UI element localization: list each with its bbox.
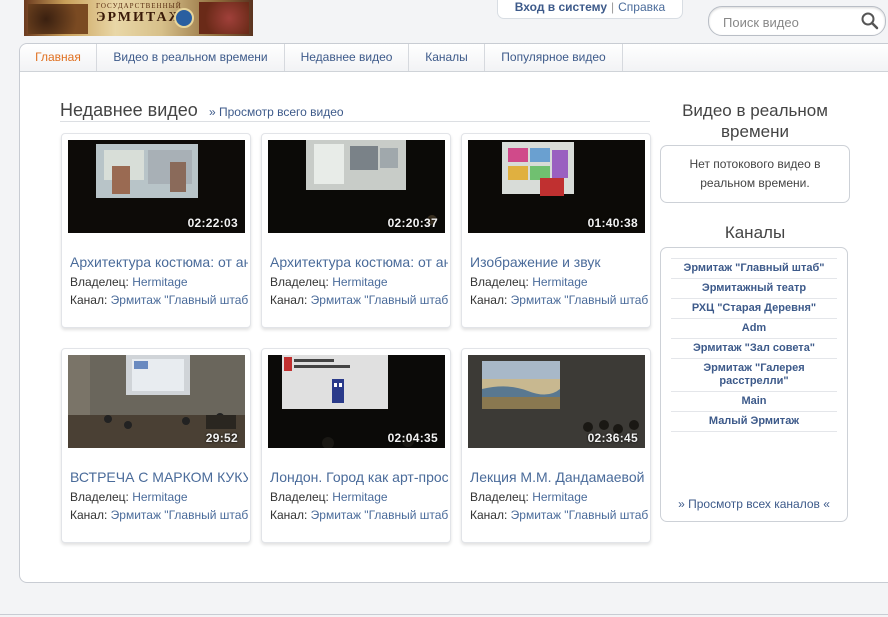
channel-link[interactable]: Эрмитаж "Зал совета" xyxy=(671,339,837,359)
channel-link[interactable]: Эрмитажный театр xyxy=(671,279,837,299)
channel-link[interactable]: Эрмитаж "Главный штаб" xyxy=(111,508,248,522)
channel-label: Канал: xyxy=(270,293,308,307)
owner-label: Владелец: xyxy=(270,490,329,504)
section-divider xyxy=(60,121,650,122)
video-card[interactable]: 02:20:37 Архитектура костюма: от антично… xyxy=(261,133,451,328)
nav-channels[interactable]: Каналы xyxy=(409,44,485,71)
channels-box: Эрмитаж "Главный штаб" Эрмитажный театр … xyxy=(660,247,848,522)
nav-home[interactable]: Главная xyxy=(20,44,97,71)
channel-link[interactable]: Adm xyxy=(671,319,837,339)
nav-live-video[interactable]: Видео в реальном времени xyxy=(97,44,285,71)
video-channel: Канал: Эрмитаж "Главный штаб" xyxy=(470,293,648,307)
owner-link[interactable]: Hermitage xyxy=(332,275,387,289)
video-title[interactable]: Архитектура костюма: от античности xyxy=(270,254,448,270)
video-duration: 02:22:03 xyxy=(187,216,238,230)
live-video-box: Нет потокового видео в реальном времени. xyxy=(660,145,850,203)
video-owner: Владелец: Hermitage xyxy=(270,490,448,504)
nav-popular-video[interactable]: Популярное видео xyxy=(485,44,623,71)
channel-link[interactable]: Эрмитаж "Главный штаб" xyxy=(511,293,648,307)
main-nav: Главная Видео в реальном времени Недавне… xyxy=(20,44,888,72)
channel-link[interactable]: Эрмитаж "Главный штаб" xyxy=(511,508,648,522)
channel-link[interactable]: Эрмитаж "Главный штаб" xyxy=(311,293,448,307)
video-card[interactable]: 02:22:03 Архитектура костюма: от антично… xyxy=(61,133,251,328)
account-links: Вход в систему | Справка xyxy=(497,0,683,19)
video-owner: Владелец: Hermitage xyxy=(70,275,248,289)
video-card[interactable]: 02:04:35 Лондон. Город как арт-пространс… xyxy=(261,348,451,543)
video-duration: 02:04:35 xyxy=(387,431,438,445)
video-channel: Канал: Эрмитаж "Главный штаб" xyxy=(70,508,248,522)
owner-label: Владелец: xyxy=(70,490,129,504)
video-card[interactable]: 01:40:38 Изображение и звук Владелец: He… xyxy=(461,133,651,328)
video-card[interactable]: 02:36:45 Лекция М.М. Дандамаевой Владеле… xyxy=(461,348,651,543)
nav-recent-video[interactable]: Недавнее видео xyxy=(285,44,409,71)
channel-link[interactable]: Main xyxy=(671,392,837,412)
hermitage-logo[interactable]: ГОСУДАРСТВЕННЫЙ ЭРМИТАЖ xyxy=(24,0,253,36)
view-all-channels-link[interactable]: » Просмотр всех каналов « xyxy=(661,497,847,511)
login-link[interactable]: Вход в систему xyxy=(515,0,607,14)
logo-emblem-icon xyxy=(174,8,194,28)
logo-main-text: ЭРМИТАЖ xyxy=(96,10,185,25)
video-channel: Канал: Эрмитаж "Главный штаб" xyxy=(470,508,648,522)
video-title[interactable]: Архитектура костюма: от античности xyxy=(70,254,248,270)
video-owner: Владелец: Hermitage xyxy=(270,275,448,289)
video-duration: 02:36:45 xyxy=(587,431,638,445)
channels-title: Каналы xyxy=(724,223,786,242)
video-thumbnail[interactable]: 02:36:45 xyxy=(468,355,645,448)
video-duration: 02:20:37 xyxy=(387,216,438,230)
live-video-title: Видео в реальном времени xyxy=(682,101,828,141)
video-title[interactable]: Лекция М.М. Дандамаевой xyxy=(470,469,648,485)
video-channel: Канал: Эрмитаж "Главный штаб" xyxy=(270,293,448,307)
owner-link[interactable]: Hermitage xyxy=(132,275,187,289)
channel-label: Канал: xyxy=(70,508,108,522)
video-duration: 01:40:38 xyxy=(587,216,638,230)
main-panel: Главная Видео в реальном времени Недавне… xyxy=(19,43,888,583)
video-thumbnail[interactable]: 02:22:03 xyxy=(68,140,245,233)
channel-label: Канал: xyxy=(470,293,508,307)
search-icon[interactable] xyxy=(860,11,880,31)
owner-label: Владелец: xyxy=(470,275,529,289)
account-separator: | xyxy=(611,0,615,14)
channel-link[interactable]: Эрмитаж "Главный штаб" xyxy=(671,258,837,279)
channel-link[interactable]: РХЦ "Старая Деревня" xyxy=(671,299,837,319)
owner-link[interactable]: Hermitage xyxy=(332,490,387,504)
view-all-videos-link[interactable]: » Просмотр всего видео xyxy=(209,105,344,119)
video-channel: Канал: Эрмитаж "Главный штаб" xyxy=(70,293,248,307)
logo-figure-left xyxy=(28,4,88,34)
channel-label: Канал: xyxy=(470,508,508,522)
owner-label: Владелец: xyxy=(270,275,329,289)
channel-label: Канал: xyxy=(270,508,308,522)
channel-link[interactable]: Малый Эрмитаж xyxy=(671,412,837,432)
owner-link[interactable]: Hermitage xyxy=(132,490,187,504)
owner-label: Владелец: xyxy=(70,275,129,289)
channel-link[interactable]: Эрмитаж "Главный штаб" xyxy=(111,293,248,307)
video-thumbnail[interactable]: 02:20:37 xyxy=(268,140,445,233)
logo-figure-right xyxy=(199,2,249,34)
video-thumbnail[interactable]: 01:40:38 xyxy=(468,140,645,233)
no-live-stream-text: Нет потокового видео в реальном времени. xyxy=(689,157,821,190)
video-owner: Владелец: Hermitage xyxy=(470,490,648,504)
search-input[interactable] xyxy=(721,12,855,32)
video-channel: Канал: Эрмитаж "Главный штаб" xyxy=(270,508,448,522)
recent-videos-title: Недавнее видео xyxy=(60,100,198,120)
footer-divider xyxy=(0,614,888,615)
search-box xyxy=(708,6,886,36)
video-title[interactable]: ВСТРЕЧА С МАРКОМ КУКУШКИНЫМ xyxy=(70,469,248,485)
owner-link[interactable]: Hermitage xyxy=(532,275,587,289)
channel-label: Канал: xyxy=(70,293,108,307)
video-owner: Владелец: Hermitage xyxy=(470,275,648,289)
logo-small-text: ГОСУДАРСТВЕННЫЙ xyxy=(96,2,182,10)
video-title[interactable]: Лондон. Город как арт-пространство xyxy=(270,469,448,485)
help-link[interactable]: Справка xyxy=(618,0,665,14)
owner-link[interactable]: Hermitage xyxy=(532,490,587,504)
video-title[interactable]: Изображение и звук xyxy=(470,254,648,270)
video-owner: Владелец: Hermitage xyxy=(70,490,248,504)
video-card[interactable]: 29:52 ВСТРЕЧА С МАРКОМ КУКУШКИНЫМ Владел… xyxy=(61,348,251,543)
channel-link[interactable]: Эрмитаж "Главный штаб" xyxy=(311,508,448,522)
channel-link[interactable]: Эрмитаж "Галерея расстрелли" xyxy=(671,359,837,392)
owner-label: Владелец: xyxy=(470,490,529,504)
video-thumbnail[interactable]: 02:04:35 xyxy=(268,355,445,448)
video-thumbnail[interactable]: 29:52 xyxy=(68,355,245,448)
video-duration: 29:52 xyxy=(205,431,238,445)
